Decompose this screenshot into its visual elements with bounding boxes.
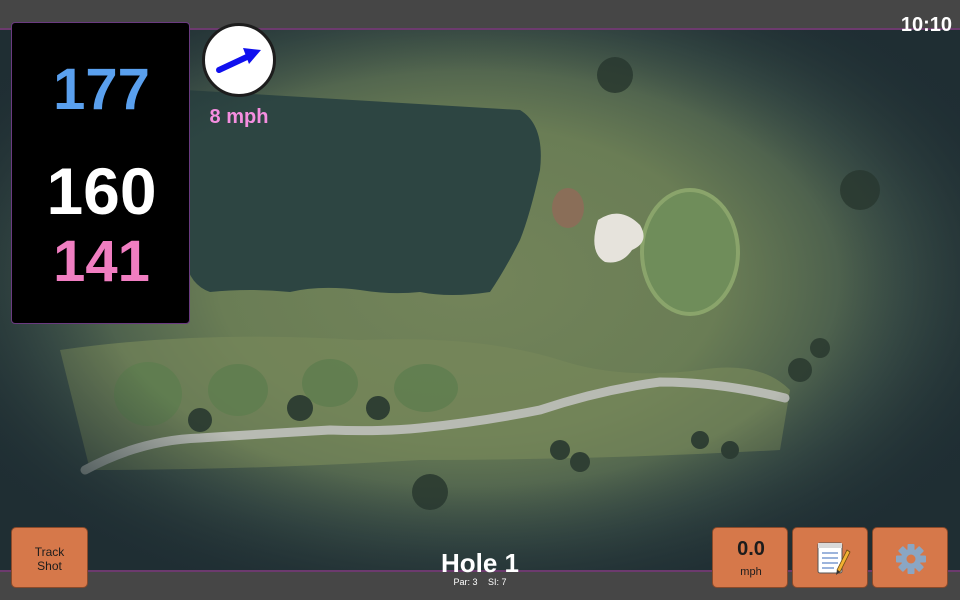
distance-panel: 177 160 141	[11, 22, 190, 324]
settings-button[interactable]	[872, 527, 948, 588]
track-shot-label-line1: Track	[34, 545, 65, 559]
notepad-icon	[817, 542, 851, 575]
track-shot-label-line2: Shot	[37, 559, 62, 573]
hole-par: Par: 3	[453, 577, 478, 587]
hole-title: Hole 1	[440, 548, 520, 578]
back-distance: 177	[53, 57, 150, 122]
clock: 10:10	[900, 14, 952, 36]
notes-button[interactable]	[792, 527, 868, 588]
track-shot-button[interactable]: Track Shot	[11, 527, 88, 588]
speed-unit: mph	[740, 566, 762, 578]
front-distance: 141	[53, 229, 150, 294]
middle-distance: 160	[46, 154, 157, 228]
wind-speed: 8 mph	[209, 106, 269, 128]
hole-info: Par: 3 SI: 7	[380, 577, 580, 587]
wind-direction-arrow-icon	[216, 48, 261, 73]
wind-indicator	[202, 23, 276, 97]
hole-stroke-index: SI: 7	[488, 577, 507, 587]
speed-value: 0.0	[737, 538, 765, 560]
gear-icon	[896, 544, 926, 574]
speed-button[interactable]: 0.0 mph	[712, 527, 788, 588]
